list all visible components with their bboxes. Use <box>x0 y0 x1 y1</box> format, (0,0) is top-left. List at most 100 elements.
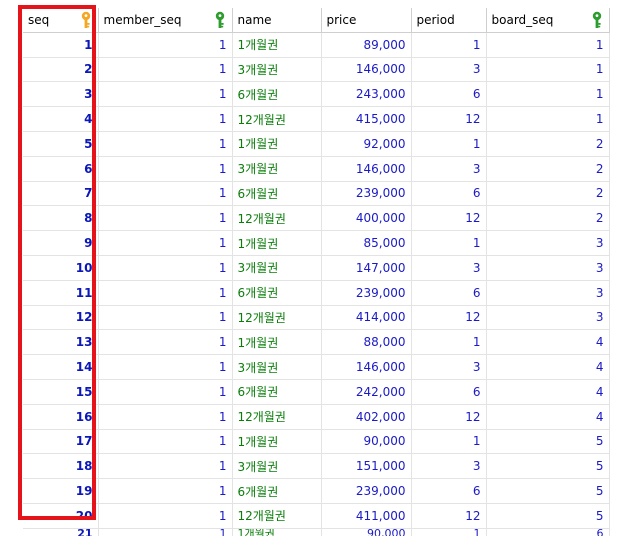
cell-price[interactable]: 90,000 <box>321 528 412 536</box>
table-row[interactable]: 20 1 12개월권 411,000 12 5 <box>23 503 610 529</box>
cell-period[interactable]: 12 <box>411 305 487 331</box>
cell-price[interactable]: 414,000 <box>321 305 412 331</box>
cell-seq[interactable]: 18 <box>23 453 99 480</box>
table-row[interactable]: 5 1 1개월권 92,000 1 2 <box>23 131 610 157</box>
table-row[interactable]: 9 1 1개월권 85,000 1 3 <box>23 230 610 256</box>
table-row[interactable]: 18 1 3개월권 151,000 3 5 <box>23 453 610 480</box>
cell-member-seq[interactable]: 1 <box>98 205 233 232</box>
cell-seq[interactable]: 20 <box>23 503 99 529</box>
cell-price[interactable]: 243,000 <box>321 81 412 108</box>
cell-member-seq[interactable]: 1 <box>98 354 233 380</box>
cell-price[interactable]: 411,000 <box>321 503 412 529</box>
cell-board-seq[interactable]: 5 <box>486 429 610 455</box>
cell-board-seq[interactable]: 4 <box>486 379 610 405</box>
cell-board-seq[interactable]: 5 <box>486 453 610 480</box>
cell-member-seq[interactable]: 1 <box>98 106 233 132</box>
cell-seq[interactable]: 7 <box>23 181 99 207</box>
cell-board-seq[interactable]: 3 <box>486 305 610 331</box>
cell-period[interactable]: 6 <box>411 478 487 504</box>
cell-seq[interactable]: 1 <box>23 32 99 58</box>
cell-board-seq[interactable]: 2 <box>486 205 610 232</box>
cell-seq[interactable]: 13 <box>23 329 99 356</box>
cell-name[interactable]: 1개월권 <box>232 429 322 455</box>
table-row[interactable]: 21 1 1개월권 90,000 1 6 <box>23 528 610 536</box>
cell-name[interactable]: 1개월권 <box>232 528 322 536</box>
cell-name[interactable]: 6개월권 <box>232 478 322 504</box>
cell-member-seq[interactable]: 1 <box>98 81 233 108</box>
cell-price[interactable]: 239,000 <box>321 478 412 504</box>
cell-seq[interactable]: 19 <box>23 478 99 504</box>
table-row[interactable]: 17 1 1개월권 90,000 1 5 <box>23 429 610 455</box>
cell-price[interactable]: 239,000 <box>321 181 412 207</box>
cell-period[interactable]: 3 <box>411 57 487 83</box>
cell-period[interactable]: 3 <box>411 255 487 281</box>
cell-board-seq[interactable]: 4 <box>486 354 610 380</box>
cell-member-seq[interactable]: 1 <box>98 379 233 405</box>
cell-board-seq[interactable]: 3 <box>486 255 610 281</box>
cell-seq[interactable]: 5 <box>23 131 99 157</box>
cell-price[interactable]: 90,000 <box>321 429 412 455</box>
column-header-name[interactable]: name <box>232 8 322 33</box>
cell-seq[interactable]: 9 <box>23 230 99 256</box>
cell-period[interactable]: 12 <box>411 205 487 232</box>
table-row[interactable]: 16 1 12개월권 402,000 12 4 <box>23 404 610 430</box>
cell-period[interactable]: 1 <box>411 32 487 58</box>
cell-name[interactable]: 6개월권 <box>232 379 322 405</box>
cell-period[interactable]: 3 <box>411 453 487 480</box>
cell-member-seq[interactable]: 1 <box>98 230 233 256</box>
cell-name[interactable]: 1개월권 <box>232 329 322 356</box>
cell-period[interactable]: 1 <box>411 131 487 157</box>
cell-price[interactable]: 400,000 <box>321 205 412 232</box>
cell-name[interactable]: 1개월권 <box>232 131 322 157</box>
cell-member-seq[interactable]: 1 <box>98 181 233 207</box>
cell-board-seq[interactable]: 1 <box>486 106 610 132</box>
cell-price[interactable]: 151,000 <box>321 453 412 480</box>
column-header-member-seq[interactable]: member_seq <box>98 8 233 33</box>
cell-board-seq[interactable]: 3 <box>486 230 610 256</box>
cell-board-seq[interactable]: 4 <box>486 404 610 430</box>
cell-name[interactable]: 3개월권 <box>232 255 322 281</box>
cell-period[interactable]: 6 <box>411 81 487 108</box>
cell-member-seq[interactable]: 1 <box>98 528 233 536</box>
cell-seq[interactable]: 11 <box>23 280 99 306</box>
column-header-board-seq[interactable]: board_seq <box>486 8 610 33</box>
cell-name[interactable]: 1개월권 <box>232 32 322 58</box>
cell-board-seq[interactable]: 2 <box>486 156 610 182</box>
cell-period[interactable]: 1 <box>411 329 487 356</box>
cell-name[interactable]: 6개월권 <box>232 280 322 306</box>
cell-name[interactable]: 12개월권 <box>232 503 322 529</box>
cell-seq[interactable]: 12 <box>23 305 99 331</box>
cell-seq[interactable]: 3 <box>23 81 99 108</box>
cell-board-seq[interactable]: 3 <box>486 280 610 306</box>
cell-seq[interactable]: 10 <box>23 255 99 281</box>
cell-period[interactable]: 6 <box>411 181 487 207</box>
cell-seq[interactable]: 16 <box>23 404 99 430</box>
cell-price[interactable]: 88,000 <box>321 329 412 356</box>
cell-member-seq[interactable]: 1 <box>98 429 233 455</box>
cell-period[interactable]: 12 <box>411 503 487 529</box>
cell-name[interactable]: 12개월권 <box>232 404 322 430</box>
cell-period[interactable]: 12 <box>411 404 487 430</box>
cell-price[interactable]: 146,000 <box>321 354 412 380</box>
table-row[interactable]: 12 1 12개월권 414,000 12 3 <box>23 305 610 331</box>
cell-board-seq[interactable]: 5 <box>486 478 610 504</box>
cell-period[interactable]: 3 <box>411 354 487 380</box>
cell-board-seq[interactable]: 5 <box>486 503 610 529</box>
cell-name[interactable]: 6개월권 <box>232 81 322 108</box>
table-row[interactable]: 14 1 3개월권 146,000 3 4 <box>23 354 610 380</box>
cell-name[interactable]: 3개월권 <box>232 57 322 83</box>
cell-seq[interactable]: 21 <box>23 528 99 536</box>
cell-member-seq[interactable]: 1 <box>98 32 233 58</box>
cell-name[interactable]: 12개월권 <box>232 305 322 331</box>
table-row[interactable]: 15 1 6개월권 242,000 6 4 <box>23 379 610 405</box>
cell-price[interactable]: 415,000 <box>321 106 412 132</box>
cell-price[interactable]: 239,000 <box>321 280 412 306</box>
cell-name[interactable]: 1개월권 <box>232 230 322 256</box>
cell-member-seq[interactable]: 1 <box>98 503 233 529</box>
cell-name[interactable]: 3개월권 <box>232 453 322 480</box>
cell-period[interactable]: 12 <box>411 106 487 132</box>
cell-member-seq[interactable]: 1 <box>98 329 233 356</box>
cell-price[interactable]: 242,000 <box>321 379 412 405</box>
table-row[interactable]: 10 1 3개월권 147,000 3 3 <box>23 255 610 281</box>
table-row[interactable]: 11 1 6개월권 239,000 6 3 <box>23 280 610 306</box>
